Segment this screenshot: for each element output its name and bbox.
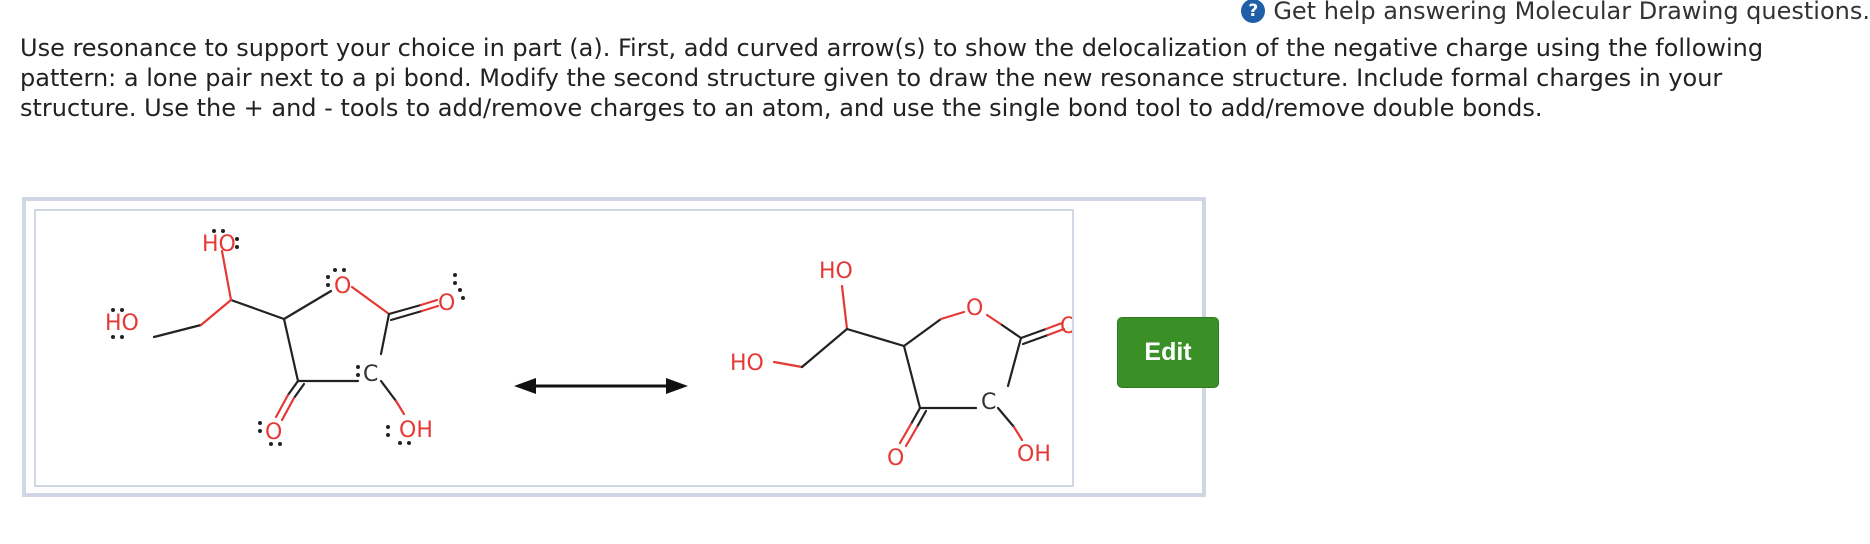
bond <box>394 399 406 416</box>
atom-label: O <box>265 420 282 445</box>
bond <box>220 249 233 302</box>
help-link-label: Get help answering Molecular Drawing que… <box>1273 0 1870 25</box>
molecule-drawing-widget: HO HO O O O C OH HO HO O O O C OH Edit <box>22 197 1219 497</box>
atom-label: HO <box>202 232 236 257</box>
bond <box>199 298 233 327</box>
resonance-arrow-icon <box>514 378 688 394</box>
atom-label: OH <box>399 418 433 443</box>
resonance-structures-svg: HO HO O O O C OH HO HO O O O C OH <box>105 229 1072 471</box>
bond <box>1006 336 1023 388</box>
atom-label: O <box>438 291 455 316</box>
bond <box>1000 323 1023 340</box>
bond <box>282 317 300 383</box>
atom-label: OH <box>1017 442 1051 467</box>
bond <box>350 285 391 316</box>
edit-button[interactable]: Edit <box>1117 317 1219 388</box>
atom-label: O <box>1060 314 1072 339</box>
structure-left: HO HO O O O C OH <box>105 229 465 446</box>
bond <box>915 409 928 429</box>
bond <box>379 312 391 356</box>
atom-label: HO <box>730 351 764 376</box>
atom-label: HO <box>819 259 853 284</box>
bond <box>800 327 849 369</box>
atom-label: O <box>334 274 351 299</box>
help-link[interactable]: ? Get help answering Molecular Drawing q… <box>1241 0 1870 25</box>
question-icon: ? <box>1241 0 1266 23</box>
atom-label: C <box>981 390 996 415</box>
bond <box>229 298 286 321</box>
bond <box>985 313 1004 327</box>
bond <box>902 344 922 410</box>
atom-label: O <box>887 446 904 471</box>
bond <box>379 379 398 403</box>
bond <box>772 360 804 369</box>
bond <box>419 298 439 307</box>
bond <box>152 323 203 339</box>
bond <box>902 317 943 348</box>
question-instructions: Use resonance to support your choice in … <box>20 34 1764 122</box>
bond <box>845 327 906 348</box>
bond <box>939 310 966 321</box>
molecule-canvas[interactable]: HO HO O O O C OH HO HO O O O C OH <box>34 209 1074 487</box>
bond <box>282 289 333 321</box>
structure-right: HO HO O O O C OH <box>730 259 1072 471</box>
bond <box>420 304 440 313</box>
bond <box>1012 425 1024 442</box>
bond <box>909 406 922 426</box>
atom-label: HO <box>105 311 139 336</box>
bond <box>840 284 849 331</box>
atom-label: O <box>966 296 983 321</box>
bond <box>996 406 1016 429</box>
atom-label: C <box>363 362 378 387</box>
